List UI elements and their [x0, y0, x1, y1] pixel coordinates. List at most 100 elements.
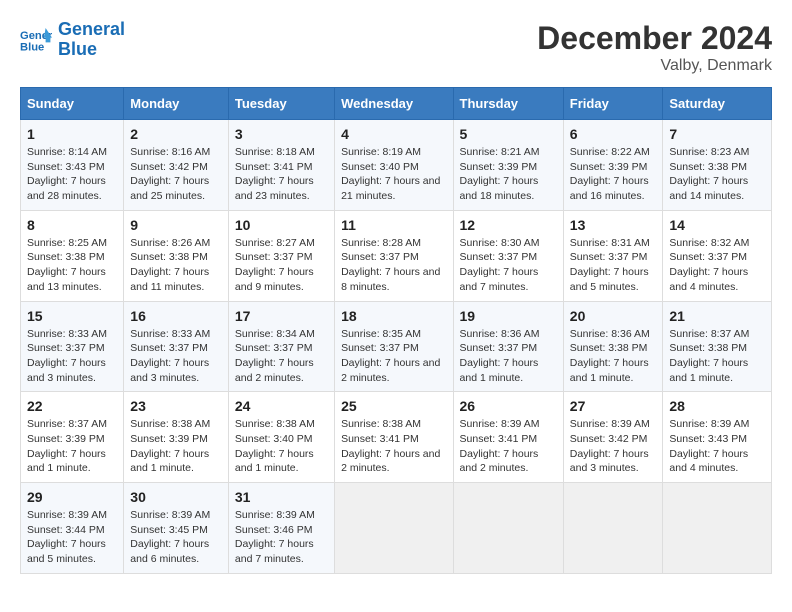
- day-cell: 14 Sunrise: 8:32 AMSunset: 3:37 PMDaylig…: [663, 210, 772, 301]
- day-number: 30: [130, 489, 222, 505]
- day-info: Sunrise: 8:38 AMSunset: 3:41 PMDaylight:…: [341, 417, 446, 476]
- day-info: Sunrise: 8:39 AMSunset: 3:41 PMDaylight:…: [460, 417, 557, 476]
- day-number: 6: [570, 126, 657, 142]
- day-cell: 21 Sunrise: 8:37 AMSunset: 3:38 PMDaylig…: [663, 301, 772, 392]
- day-info: Sunrise: 8:23 AMSunset: 3:38 PMDaylight:…: [669, 145, 765, 204]
- day-info: Sunrise: 8:22 AMSunset: 3:39 PMDaylight:…: [570, 145, 657, 204]
- day-cell: 16 Sunrise: 8:33 AMSunset: 3:37 PMDaylig…: [124, 301, 229, 392]
- day-cell: 3 Sunrise: 8:18 AMSunset: 3:41 PMDayligh…: [228, 120, 334, 211]
- day-number: 13: [570, 217, 657, 233]
- day-info: Sunrise: 8:19 AMSunset: 3:40 PMDaylight:…: [341, 145, 446, 204]
- day-info: Sunrise: 8:30 AMSunset: 3:37 PMDaylight:…: [460, 236, 557, 295]
- day-number: 7: [669, 126, 765, 142]
- column-header-saturday: Saturday: [663, 88, 772, 120]
- day-info: Sunrise: 8:27 AMSunset: 3:37 PMDaylight:…: [235, 236, 328, 295]
- day-number: 20: [570, 308, 657, 324]
- day-number: 10: [235, 217, 328, 233]
- month-title: December 2024: [537, 20, 772, 57]
- day-number: 23: [130, 398, 222, 414]
- day-cell: [663, 483, 772, 574]
- day-info: Sunrise: 8:39 AMSunset: 3:46 PMDaylight:…: [235, 508, 328, 567]
- calendar-header-row: SundayMondayTuesdayWednesdayThursdayFrid…: [21, 88, 772, 120]
- svg-text:Blue: Blue: [20, 41, 44, 53]
- day-info: Sunrise: 8:33 AMSunset: 3:37 PMDaylight:…: [27, 327, 117, 386]
- day-info: Sunrise: 8:33 AMSunset: 3:37 PMDaylight:…: [130, 327, 222, 386]
- week-row-2: 8 Sunrise: 8:25 AMSunset: 3:38 PMDayligh…: [21, 210, 772, 301]
- day-cell: [563, 483, 663, 574]
- title-area: December 2024 Valby, Denmark: [537, 20, 772, 75]
- day-number: 25: [341, 398, 446, 414]
- day-cell: 31 Sunrise: 8:39 AMSunset: 3:46 PMDaylig…: [228, 483, 334, 574]
- day-info: Sunrise: 8:28 AMSunset: 3:37 PMDaylight:…: [341, 236, 446, 295]
- logo-line2: Blue: [58, 40, 125, 60]
- day-cell: 12 Sunrise: 8:30 AMSunset: 3:37 PMDaylig…: [453, 210, 563, 301]
- day-cell: 22 Sunrise: 8:37 AMSunset: 3:39 PMDaylig…: [21, 392, 124, 483]
- day-number: 16: [130, 308, 222, 324]
- day-info: Sunrise: 8:37 AMSunset: 3:39 PMDaylight:…: [27, 417, 117, 476]
- day-cell: 27 Sunrise: 8:39 AMSunset: 3:42 PMDaylig…: [563, 392, 663, 483]
- day-info: Sunrise: 8:18 AMSunset: 3:41 PMDaylight:…: [235, 145, 328, 204]
- day-number: 18: [341, 308, 446, 324]
- day-cell: 7 Sunrise: 8:23 AMSunset: 3:38 PMDayligh…: [663, 120, 772, 211]
- day-cell: 29 Sunrise: 8:39 AMSunset: 3:44 PMDaylig…: [21, 483, 124, 574]
- day-number: 12: [460, 217, 557, 233]
- day-info: Sunrise: 8:39 AMSunset: 3:45 PMDaylight:…: [130, 508, 222, 567]
- day-info: Sunrise: 8:21 AMSunset: 3:39 PMDaylight:…: [460, 145, 557, 204]
- day-cell: 24 Sunrise: 8:38 AMSunset: 3:40 PMDaylig…: [228, 392, 334, 483]
- day-number: 26: [460, 398, 557, 414]
- week-row-5: 29 Sunrise: 8:39 AMSunset: 3:44 PMDaylig…: [21, 483, 772, 574]
- day-cell: [453, 483, 563, 574]
- day-number: 15: [27, 308, 117, 324]
- day-info: Sunrise: 8:39 AMSunset: 3:43 PMDaylight:…: [669, 417, 765, 476]
- day-cell: 23 Sunrise: 8:38 AMSunset: 3:39 PMDaylig…: [124, 392, 229, 483]
- day-cell: 28 Sunrise: 8:39 AMSunset: 3:43 PMDaylig…: [663, 392, 772, 483]
- day-number: 22: [27, 398, 117, 414]
- day-cell: 1 Sunrise: 8:14 AMSunset: 3:43 PMDayligh…: [21, 120, 124, 211]
- day-info: Sunrise: 8:16 AMSunset: 3:42 PMDaylight:…: [130, 145, 222, 204]
- day-info: Sunrise: 8:38 AMSunset: 3:39 PMDaylight:…: [130, 417, 222, 476]
- day-cell: 17 Sunrise: 8:34 AMSunset: 3:37 PMDaylig…: [228, 301, 334, 392]
- day-info: Sunrise: 8:36 AMSunset: 3:38 PMDaylight:…: [570, 327, 657, 386]
- day-cell: 11 Sunrise: 8:28 AMSunset: 3:37 PMDaylig…: [335, 210, 453, 301]
- day-info: Sunrise: 8:26 AMSunset: 3:38 PMDaylight:…: [130, 236, 222, 295]
- day-number: 14: [669, 217, 765, 233]
- day-number: 19: [460, 308, 557, 324]
- logo: General Blue General Blue: [20, 20, 125, 60]
- day-info: Sunrise: 8:35 AMSunset: 3:37 PMDaylight:…: [341, 327, 446, 386]
- day-cell: 10 Sunrise: 8:27 AMSunset: 3:37 PMDaylig…: [228, 210, 334, 301]
- day-info: Sunrise: 8:32 AMSunset: 3:37 PMDaylight:…: [669, 236, 765, 295]
- day-number: 5: [460, 126, 557, 142]
- column-header-friday: Friday: [563, 88, 663, 120]
- day-info: Sunrise: 8:31 AMSunset: 3:37 PMDaylight:…: [570, 236, 657, 295]
- day-cell: 13 Sunrise: 8:31 AMSunset: 3:37 PMDaylig…: [563, 210, 663, 301]
- week-row-3: 15 Sunrise: 8:33 AMSunset: 3:37 PMDaylig…: [21, 301, 772, 392]
- day-info: Sunrise: 8:36 AMSunset: 3:37 PMDaylight:…: [460, 327, 557, 386]
- day-number: 11: [341, 217, 446, 233]
- column-header-thursday: Thursday: [453, 88, 563, 120]
- day-info: Sunrise: 8:39 AMSunset: 3:42 PMDaylight:…: [570, 417, 657, 476]
- day-number: 21: [669, 308, 765, 324]
- calendar-body: 1 Sunrise: 8:14 AMSunset: 3:43 PMDayligh…: [21, 120, 772, 574]
- calendar-table: SundayMondayTuesdayWednesdayThursdayFrid…: [20, 87, 772, 574]
- day-cell: 20 Sunrise: 8:36 AMSunset: 3:38 PMDaylig…: [563, 301, 663, 392]
- day-cell: 18 Sunrise: 8:35 AMSunset: 3:37 PMDaylig…: [335, 301, 453, 392]
- day-info: Sunrise: 8:14 AMSunset: 3:43 PMDaylight:…: [27, 145, 117, 204]
- day-cell: [335, 483, 453, 574]
- day-number: 9: [130, 217, 222, 233]
- day-cell: 8 Sunrise: 8:25 AMSunset: 3:38 PMDayligh…: [21, 210, 124, 301]
- day-cell: 25 Sunrise: 8:38 AMSunset: 3:41 PMDaylig…: [335, 392, 453, 483]
- location: Valby, Denmark: [537, 57, 772, 75]
- day-cell: 30 Sunrise: 8:39 AMSunset: 3:45 PMDaylig…: [124, 483, 229, 574]
- column-header-monday: Monday: [124, 88, 229, 120]
- day-number: 8: [27, 217, 117, 233]
- day-cell: 6 Sunrise: 8:22 AMSunset: 3:39 PMDayligh…: [563, 120, 663, 211]
- day-number: 28: [669, 398, 765, 414]
- column-header-sunday: Sunday: [21, 88, 124, 120]
- column-header-tuesday: Tuesday: [228, 88, 334, 120]
- day-info: Sunrise: 8:25 AMSunset: 3:38 PMDaylight:…: [27, 236, 117, 295]
- header: General Blue General Blue December 2024 …: [20, 20, 772, 75]
- column-header-wednesday: Wednesday: [335, 88, 453, 120]
- day-number: 17: [235, 308, 328, 324]
- week-row-1: 1 Sunrise: 8:14 AMSunset: 3:43 PMDayligh…: [21, 120, 772, 211]
- day-cell: 4 Sunrise: 8:19 AMSunset: 3:40 PMDayligh…: [335, 120, 453, 211]
